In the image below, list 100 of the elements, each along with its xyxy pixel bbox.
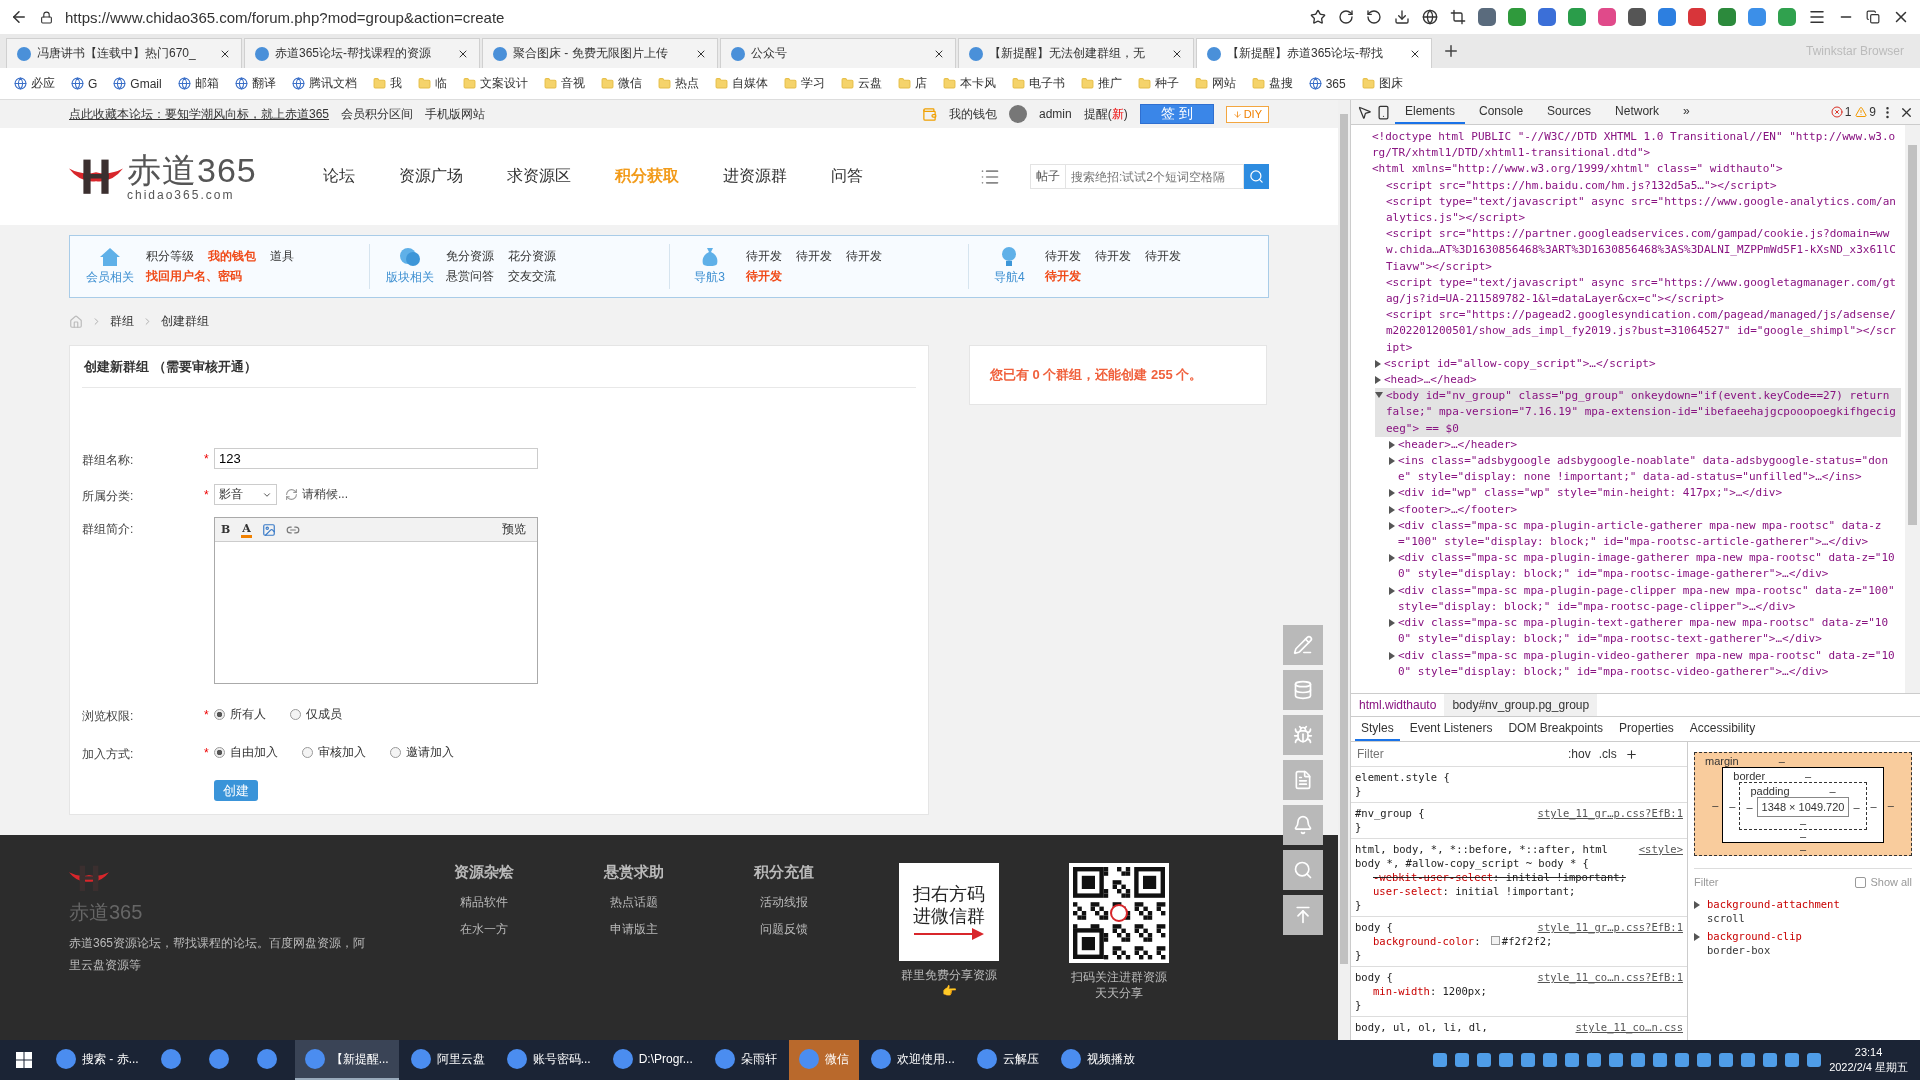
extension-icon[interactable] <box>1748 8 1766 26</box>
more-tabs[interactable]: » <box>1673 100 1700 124</box>
reload-icon[interactable] <box>1338 9 1354 25</box>
taskbar-app[interactable]: 云解压 <box>966 1040 1049 1080</box>
radio-option[interactable]: 审核加入 <box>302 744 366 761</box>
taskbar-app[interactable]: 阿里云盘 <box>400 1040 495 1080</box>
taskbar-app[interactable]: 搜索 - 赤... <box>46 1040 149 1080</box>
nav-link[interactable]: 待开发 <box>795 248 832 265</box>
css-declaration[interactable]: min-width: 1200px; <box>1355 984 1683 998</box>
wallet-link[interactable]: 我的钱包 <box>948 105 997 123</box>
dom-node[interactable]: <script src="https://pagead2.googlesyndication.com/pagead/managed/js/adsense/m202201200501/show_ads_impl_fy2019.js?bust=31064527" id="google_shimpl"></script> <box>1375 307 1901 356</box>
taskbar-app[interactable]: 账号密码... <box>496 1040 601 1080</box>
scrollbar-thumb[interactable] <box>1908 145 1917 525</box>
extension-icon[interactable] <box>1538 8 1556 26</box>
extension-icon[interactable] <box>1478 8 1496 26</box>
styles-tab[interactable]: Styles <box>1355 717 1400 741</box>
taskbar-app[interactable]: 欢迎使用... <box>860 1040 965 1080</box>
nav-link[interactable]: 花分资源 <box>507 248 556 265</box>
extension-icon[interactable] <box>1568 8 1586 26</box>
dom-node[interactable]: <script src="https://partner.googleadservices.com/gampad/cookie.js?domain=www.chida…AT%3D1630856468%3ART%3D1630856468%3AS%3DALNI_MZPPmWd5F1-kXsND_x3x61lCTiavw"></script> <box>1375 226 1901 275</box>
devtools-tab[interactable]: Sources <box>1537 100 1602 124</box>
styles-tab[interactable]: DOM Breakpoints <box>1502 717 1610 741</box>
tray-icon[interactable] <box>1653 1053 1668 1067</box>
bookmark[interactable]: G <box>71 76 98 91</box>
scrollbar-thumb[interactable] <box>1340 114 1348 964</box>
bookmark[interactable]: 必应 <box>14 75 55 92</box>
radio-option[interactable]: 仅成员 <box>290 706 342 723</box>
nav-group-title[interactable]: 导航4 <box>993 269 1025 286</box>
bookmark[interactable]: 微信 <box>600 75 642 92</box>
css-declaration[interactable]: -webkit-user-select: initial !important; <box>1355 870 1683 884</box>
tray-icon[interactable] <box>1785 1053 1800 1067</box>
nav-link[interactable]: 待开发 <box>745 248 782 265</box>
styles-tab[interactable]: Properties <box>1613 717 1680 741</box>
nav-link[interactable]: 待开发 <box>1045 268 1082 285</box>
nav-item[interactable]: 论坛 <box>323 166 355 187</box>
tray-icon[interactable] <box>1499 1053 1514 1067</box>
nav-link[interactable]: 待开发 <box>845 248 882 265</box>
devtools-tab[interactable]: Network <box>1605 100 1670 124</box>
bookmark[interactable]: 店 <box>897 75 927 92</box>
nav-link[interactable]: 交友交流 <box>507 268 556 285</box>
reminder-menu[interactable]: 提醒(新) <box>1083 105 1128 123</box>
radio-option[interactable]: 所有人 <box>214 706 266 723</box>
nav-link[interactable]: 免分资源 <box>445 248 494 265</box>
tray-icon[interactable] <box>1807 1053 1822 1067</box>
nav-link[interactable]: 待开发 <box>745 268 782 285</box>
error-count[interactable]: 1 <box>1830 105 1852 119</box>
color-swatch[interactable] <box>1490 936 1500 945</box>
tray-icon[interactable] <box>1609 1053 1624 1067</box>
rule-source[interactable]: style_11_gr…p.css?EfB:1 <box>1537 806 1683 820</box>
radio-option[interactable]: 自由加入 <box>214 744 278 761</box>
bookmark[interactable]: 云盘 <box>840 75 882 92</box>
radio-button[interactable] <box>302 747 313 758</box>
expand-arrow-icon[interactable] <box>1375 359 1381 368</box>
styles-tab[interactable]: Event Listeners <box>1403 717 1499 741</box>
footer-link[interactable]: 热点话题 <box>610 894 658 911</box>
dom-node[interactable]: <script src="https://hm.baidu.com/hm.js?132d5a5…"></script> <box>1375 177 1901 194</box>
devtools-tab[interactable]: Elements <box>1395 100 1466 124</box>
tray-icon[interactable] <box>1521 1053 1536 1067</box>
top-link[interactable]: 点此收藏本论坛：要知学潮风向标，就上赤道365 <box>69 105 330 123</box>
top-link[interactable]: 手机版网站 <box>425 105 486 123</box>
bookmark[interactable]: 邮箱 <box>177 75 219 92</box>
nav-link[interactable]: 积分等级 <box>146 248 194 265</box>
bookmark[interactable]: 学习 <box>783 75 825 92</box>
nav-link[interactable]: 找回用户名、密码 <box>146 268 242 285</box>
expand-arrow-icon[interactable] <box>1694 901 1700 909</box>
address-field[interactable]: https://www.chidao365.com/forum.php?mod=group&action=create <box>65 8 1298 26</box>
expand-arrow-icon[interactable] <box>1389 457 1395 466</box>
font-color-button[interactable]: A <box>241 521 252 538</box>
warning-count[interactable]: 9 <box>1855 105 1876 119</box>
dom-node[interactable]: <script id="allow-copy_script">…</script> <box>1375 355 1901 373</box>
nav-item[interactable]: 进资源群 <box>723 166 787 187</box>
styles-tab[interactable]: Accessibility <box>1683 717 1762 741</box>
dom-node[interactable]: <header>…</header> <box>1389 436 1901 454</box>
search-type[interactable]: 帖子 <box>1030 164 1066 189</box>
dom-node[interactable]: <div class="mpa-sc mpa-plugin-article-gatherer mpa-new mpa-rootsc" data-z="100" style="display: block;" id="mpa-rootsc-article-gatherer">…</div> <box>1389 517 1901 551</box>
tray-icon[interactable] <box>1433 1053 1448 1067</box>
bookmark[interactable]: 翻译 <box>234 75 276 92</box>
css-declaration[interactable]: background-color: #f2f2f2; <box>1355 934 1683 948</box>
radio-button[interactable] <box>390 747 401 758</box>
browser-tab[interactable]: 赤道365论坛-帮找课程的资源 <box>244 38 480 68</box>
rule-source[interactable]: <style> <box>1638 842 1683 870</box>
expand-arrow-icon[interactable] <box>1389 440 1395 449</box>
dom-node[interactable]: <footer>…</footer> <box>1389 501 1901 518</box>
taskbar-app[interactable]: 视频播放 <box>1050 1040 1145 1080</box>
rule-source[interactable]: style_11_co…n.css <box>1575 1020 1683 1034</box>
nav-item[interactable]: 资源广场 <box>399 166 463 187</box>
computed-property[interactable]: background-attachment scroll <box>1694 895 1912 927</box>
breadcrumb-link[interactable]: 群组 <box>110 313 134 330</box>
bookmark[interactable]: 自媒体 <box>714 75 768 92</box>
group-name-field[interactable]: 123 <box>214 448 538 469</box>
dom-node[interactable]: <html xmlns="http://www.w3.org/1999/xhtml" class=" widthauto"> <box>1361 161 1901 178</box>
new-tab-icon[interactable] <box>1442 42 1460 60</box>
cls-toggle[interactable]: .cls <box>1598 747 1617 761</box>
extension-icon[interactable] <box>1628 8 1646 26</box>
extension-icon[interactable] <box>1778 8 1796 26</box>
radio-option[interactable]: 邀请加入 <box>390 744 454 761</box>
description-editor[interactable]: B A 预览 <box>214 517 538 684</box>
rule-source[interactable]: style_11_gr…p.css?EfB:1 <box>1537 920 1683 934</box>
undo-icon[interactable] <box>1366 9 1382 25</box>
footer-link[interactable]: 问题反馈 <box>760 921 808 938</box>
